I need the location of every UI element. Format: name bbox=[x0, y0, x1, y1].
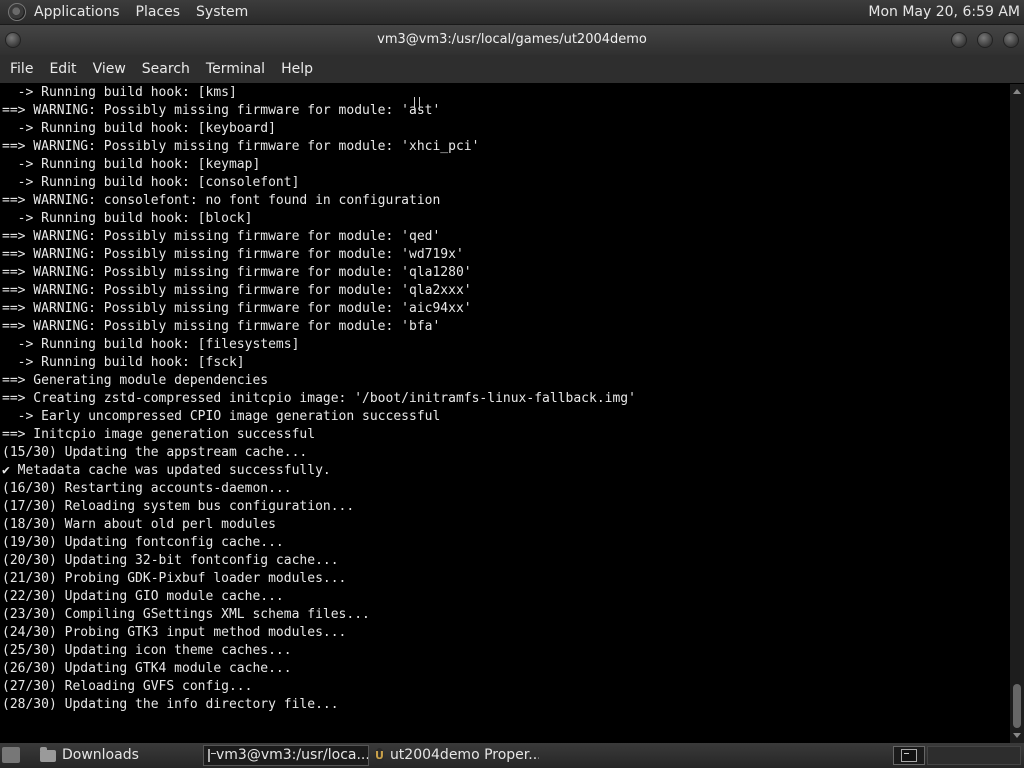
folder-icon bbox=[40, 746, 56, 762]
menu-places[interactable]: Places bbox=[128, 0, 189, 24]
terminal-line: (25/30) Updating icon theme caches... bbox=[2, 643, 292, 658]
terminal-line: -> Running build hook: [filesystems] bbox=[2, 337, 300, 352]
terminal-line: ==> Initcpio image generation successful bbox=[2, 427, 316, 442]
menu-view[interactable]: View bbox=[85, 55, 134, 83]
terminal-line: ==> Creating zstd-compressed initcpio im… bbox=[2, 391, 636, 406]
terminal-output[interactable]: -> Running build hook: [kms] ==> WARNING:… bbox=[0, 84, 1010, 743]
task-label: vm3@vm3:/usr/loca... bbox=[216, 747, 369, 763]
distro-logo-icon[interactable] bbox=[8, 3, 26, 21]
scroll-down-icon[interactable] bbox=[1013, 733, 1021, 738]
task-ut2004demo-properties[interactable]: U ut2004demo Proper... bbox=[371, 745, 539, 766]
terminal-line: -> Running build hook: [fsck] bbox=[2, 355, 245, 370]
window-menubar: File Edit View Search Terminal Help bbox=[0, 55, 1024, 83]
scroll-up-icon[interactable] bbox=[1013, 89, 1021, 94]
terminal-line: (28/30) Updating the info directory file… bbox=[2, 697, 339, 712]
window-titlebar[interactable]: vm3@vm3:/usr/local/games/ut2004demo bbox=[0, 25, 1024, 55]
terminal-icon bbox=[901, 749, 917, 762]
terminal-line: (23/30) Compiling GSettings XML schema f… bbox=[2, 607, 370, 622]
terminal-line: ==> WARNING: Possibly missing firmware f… bbox=[2, 229, 441, 244]
terminal-line: (21/30) Probing GDK-Pixbuf loader module… bbox=[2, 571, 347, 586]
top-panel: Applications Places System Mon May 20, 6… bbox=[0, 0, 1024, 24]
terminal-line: -> Running build hook: [keymap] bbox=[2, 157, 261, 172]
menu-search[interactable]: Search bbox=[134, 55, 198, 83]
terminal-line: (17/30) Reloading system bus configurati… bbox=[2, 499, 355, 514]
terminal-line: ==> WARNING: Possibly missing firmware f… bbox=[2, 139, 480, 154]
show-desktop-icon[interactable] bbox=[2, 747, 20, 763]
menu-help[interactable]: Help bbox=[273, 55, 321, 83]
menu-edit[interactable]: Edit bbox=[41, 55, 84, 83]
terminal-line: (27/30) Reloading GVFS config... bbox=[2, 679, 253, 694]
terminal-line: (16/30) Restarting accounts-daemon... bbox=[2, 481, 292, 496]
task-downloads[interactable]: Downloads bbox=[36, 745, 202, 766]
menu-file[interactable]: File bbox=[2, 55, 41, 83]
terminal-line: (26/30) Updating GTK4 module cache... bbox=[2, 661, 292, 676]
task-terminal[interactable]: vm3@vm3:/usr/loca... bbox=[203, 745, 369, 766]
terminal-line: (18/30) Warn about old perl modules bbox=[2, 517, 276, 532]
menu-system[interactable]: System bbox=[188, 0, 256, 24]
terminal-line: (19/30) Updating fontconfig cache... bbox=[2, 535, 284, 550]
terminal-line: -> Running build hook: [block] bbox=[2, 211, 253, 226]
terminal-line: ✔ Metadata cache was updated successfull… bbox=[2, 463, 331, 478]
task-label: Downloads bbox=[62, 747, 139, 763]
window-title: vm3@vm3:/usr/local/games/ut2004demo bbox=[377, 32, 647, 47]
clock[interactable]: Mon May 20, 6:59 AM bbox=[868, 0, 1020, 24]
terminal-icon bbox=[208, 749, 216, 762]
terminal-line: (22/30) Updating GIO module cache... bbox=[2, 589, 284, 604]
terminal-line: ==> Generating module dependencies bbox=[2, 373, 269, 388]
terminal-line: ==> WARNING: Possibly missing firmware f… bbox=[2, 247, 464, 262]
terminal-line: -> Running build hook: [keyboard] bbox=[2, 121, 276, 136]
menu-applications[interactable]: Applications bbox=[26, 0, 128, 24]
terminal-line: ==> WARNING: consolefont: no font found … bbox=[2, 193, 441, 208]
workspace-switcher[interactable] bbox=[927, 746, 1021, 765]
terminal-line: (24/30) Probing GTK3 input method module… bbox=[2, 625, 347, 640]
minimize-button[interactable] bbox=[951, 32, 967, 48]
terminal-line: (15/30) Updating the appstream cache... bbox=[2, 445, 308, 460]
terminal-window: vm3@vm3:/usr/local/games/ut2004demo File… bbox=[0, 25, 1024, 743]
task-label: ut2004demo Proper... bbox=[389, 747, 539, 763]
workspace-switcher-terminal[interactable] bbox=[893, 746, 925, 765]
menu-terminal[interactable]: Terminal bbox=[198, 55, 273, 83]
terminal-line: -> Early uncompressed CPIO image generat… bbox=[2, 409, 441, 424]
terminal-line: ==> WARNING: Possibly missing firmware f… bbox=[2, 319, 441, 334]
terminal-line: -> Running build hook: [consolefont] bbox=[2, 175, 300, 190]
ut-icon: U bbox=[375, 747, 384, 764]
terminal-line: ==> WARNING: Possibly missing firmware f… bbox=[2, 265, 472, 280]
close-button[interactable] bbox=[1003, 32, 1019, 48]
terminal-scrollbar[interactable] bbox=[1010, 84, 1024, 743]
terminal-line: ==> WARNING: Possibly missing firmware f… bbox=[2, 301, 472, 316]
bottom-panel: Downloads vm3@vm3:/usr/loca... U ut2004d… bbox=[0, 743, 1024, 768]
terminal-line: ==> WARNING: Possibly missing firmware f… bbox=[2, 283, 472, 298]
terminal-line: ==> WARNING: Possibly missing firmware f… bbox=[2, 103, 441, 118]
terminal-line: (20/30) Updating 32-bit fontconfig cache… bbox=[2, 553, 339, 568]
maximize-button[interactable] bbox=[977, 32, 993, 48]
terminal-line: -> Running build hook: [kms] bbox=[2, 85, 237, 100]
scrollbar-thumb[interactable] bbox=[1013, 684, 1021, 728]
